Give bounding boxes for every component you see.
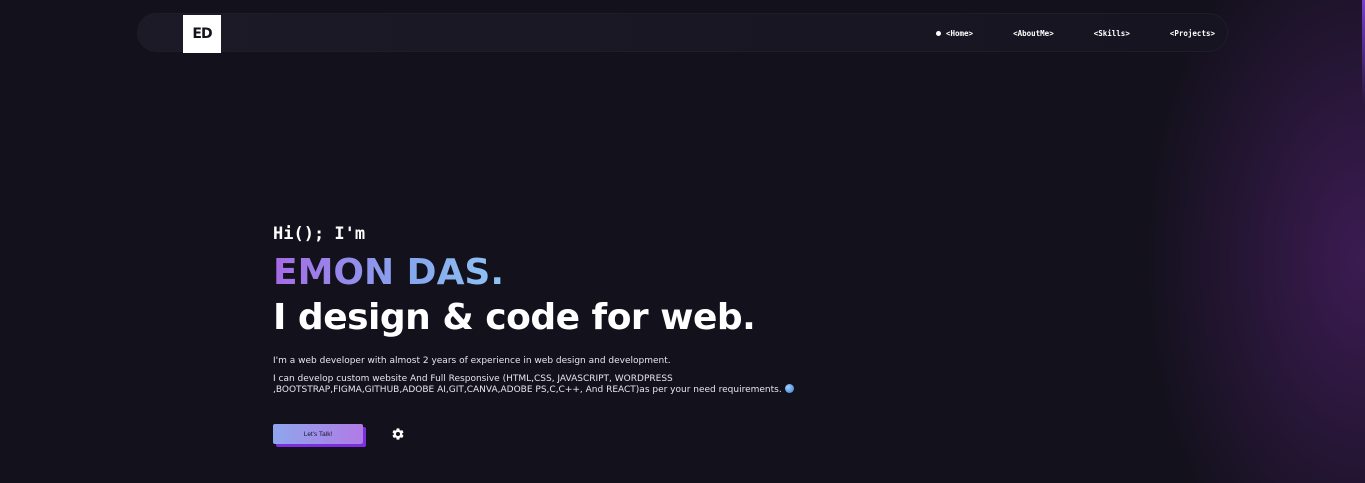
globe-icon — [784, 384, 794, 393]
greeting: Hi(); I'm — [273, 224, 366, 244]
nav-link-aboutme[interactable]: <AboutMe> — [1013, 29, 1054, 38]
lets-talk-button[interactable]: Let's Talk! — [273, 424, 363, 444]
gear-icon[interactable] — [391, 427, 405, 441]
active-dot-icon — [935, 31, 941, 36]
hero-description-1: I'm a web developer with almost 2 years … — [273, 356, 671, 366]
hero-description-2: I can develop custom website And Full Re… — [273, 374, 833, 395]
logo[interactable]: ED — [183, 15, 221, 53]
nav-link-label: <Home> — [945, 29, 974, 38]
nav-link-label: <AboutMe> — [1013, 29, 1054, 38]
hero-tagline: I design & code for web. — [273, 297, 756, 338]
nav-link-skills[interactable]: <Skills> — [1094, 29, 1130, 38]
hero-description-2-text: I can develop custom website And Full Re… — [273, 374, 782, 395]
hero-name: EMON DAS. — [273, 252, 505, 293]
nav-link-home[interactable]: <Home> — [935, 29, 974, 38]
page: ED <Home> <AboutMe> <Skills> <Projects> … — [0, 0, 1365, 483]
hero-section: Hi(); I'm EMON DAS. I design & code for … — [273, 222, 873, 444]
nav-link-label: <Projects> — [1169, 29, 1215, 38]
nav-links: <Home> <AboutMe> <Skills> <Projects> — [896, 14, 1215, 53]
hero-actions: Let's Talk! — [273, 424, 873, 444]
navbar: ED <Home> <AboutMe> <Skills> <Projects> — [137, 13, 1228, 53]
nav-link-projects[interactable]: <Projects> — [1170, 29, 1215, 38]
nav-link-label: <Skills> — [1093, 29, 1130, 38]
